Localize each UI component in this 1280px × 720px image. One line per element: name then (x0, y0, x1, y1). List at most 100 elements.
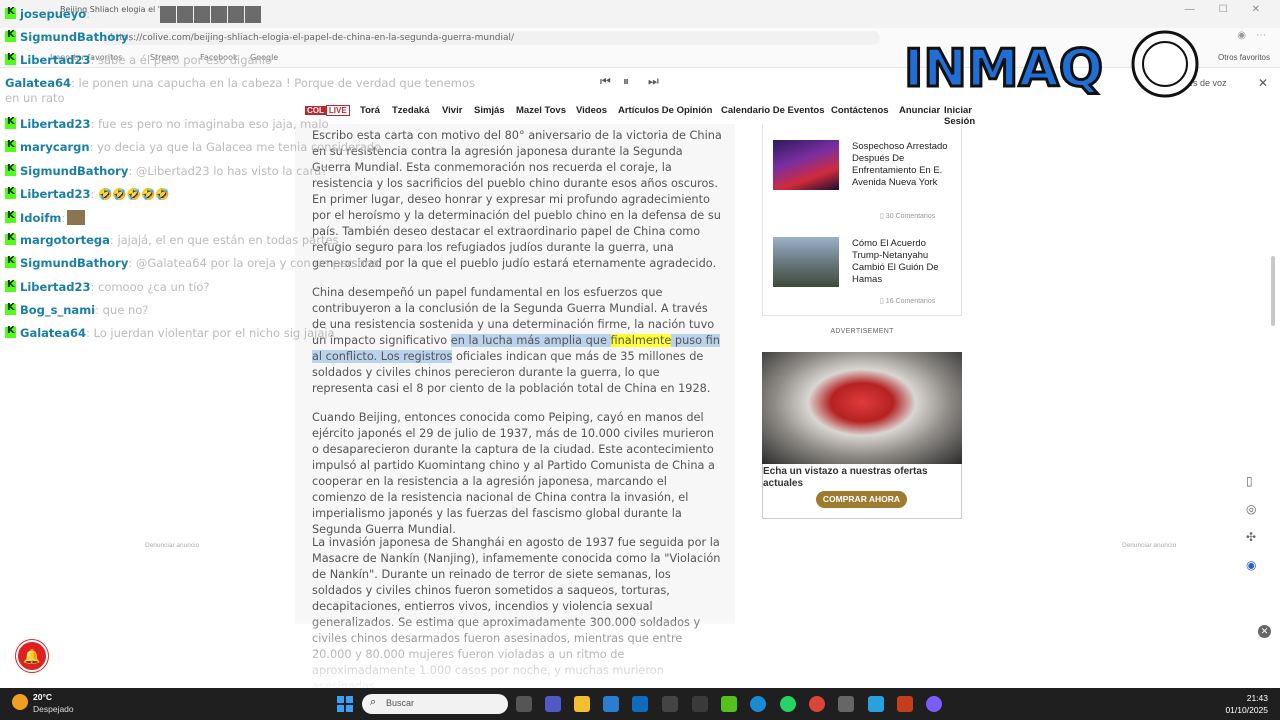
chat-message: SigmundBathory: @Galatea64 por la oreja … (5, 255, 379, 272)
search-icon: ⌕ (370, 696, 377, 708)
weather-icon[interactable] (12, 694, 28, 710)
weather-description[interactable]: Despejado (33, 704, 74, 714)
article-thumbnail[interactable] (773, 140, 839, 190)
related-article-title[interactable]: Cómo El Acuerdo Trump-Netanyahu Cambió E… (852, 238, 956, 286)
reading-icon[interactable]: ▯ (1246, 474, 1256, 488)
site-logo[interactable]: COL LIVE (305, 104, 350, 117)
comment-count[interactable]: ▯ 30 Comentarios (880, 212, 935, 220)
app-icon[interactable] (838, 696, 854, 712)
chat-message: Libertad23: 🤣🤣🤣🤣🤣 (5, 186, 170, 203)
nav-tzedaka[interactable]: Tzedaká (392, 105, 430, 116)
chat-username: SigmundBathory (20, 164, 129, 178)
clock-date[interactable]: 01/10/2025 (1218, 705, 1268, 715)
next-icon[interactable]: ⏭ (648, 74, 659, 89)
start-icon[interactable] (337, 696, 353, 712)
chat-message: Libertad23: comooo ¿ca un tío? (5, 279, 210, 296)
minimize-icon[interactable]: — (1185, 4, 1195, 15)
kick-icon (5, 186, 16, 199)
nav-simjas[interactable]: Simjás (474, 105, 505, 116)
window-controls[interactable]: — ☐ ✕ (1185, 4, 1260, 15)
kick-icon (5, 116, 16, 129)
taskbar-search[interactable] (362, 694, 508, 714)
chat-username: Galatea64 (5, 76, 71, 90)
article-thumbnail[interactable] (773, 237, 839, 287)
profile-icon[interactable]: ◉ (1237, 30, 1246, 41)
task-view-icon[interactable] (516, 696, 532, 712)
tab-thumbnails[interactable] (160, 6, 261, 23)
app-icon[interactable] (692, 696, 708, 712)
kick-icon (5, 232, 16, 245)
report-ad-link[interactable]: Denunciar anuncio (145, 542, 199, 549)
nav-eventos[interactable]: Calendario De Eventos (721, 105, 824, 116)
nav-mazel-tovs[interactable]: Mazel Tovs (516, 105, 566, 116)
related-article-title[interactable]: Sospechoso Arrestado Después De Enfrenta… (852, 141, 956, 189)
close-ad-icon[interactable]: ✕ (1258, 625, 1271, 638)
more-icon[interactable]: ⋯ (1256, 30, 1266, 41)
ad-text[interactable]: Echa un vistazo a nuestras ofertas actua… (763, 466, 959, 490)
teams-icon[interactable] (545, 696, 561, 712)
article-fade (295, 620, 735, 688)
chat-username: Galatea64 (20, 326, 86, 340)
chat-text: @Libertad23 lo has visto la cara? (135, 164, 328, 178)
copilot-icon[interactable]: ◉ (1246, 558, 1256, 572)
nav-vivir[interactable]: Vivir (442, 105, 462, 116)
comment-count-label: 30 Comentarios (885, 213, 936, 220)
kick-icon (5, 163, 16, 176)
chat-username: SigmundBathory (20, 256, 129, 270)
outlook-icon[interactable] (632, 696, 648, 712)
comment-count[interactable]: ▯ 16 Comentarios (880, 297, 935, 305)
chat-text: yo decia ya que la Galacea me tenia cons… (97, 140, 382, 154)
prev-icon[interactable]: ⏮ (600, 74, 611, 89)
kick-icon (5, 302, 16, 315)
clock-time[interactable]: 21:43 (1240, 693, 1268, 703)
nav-contacto[interactable]: Contáctenos (831, 105, 889, 116)
nav-videos[interactable]: Videos (576, 105, 607, 116)
file-explorer-icon[interactable] (574, 696, 590, 712)
search-placeholder[interactable]: Buscar (386, 698, 414, 708)
close-window-icon[interactable]: ✕ (1252, 4, 1260, 15)
logo-text: INMAQ (904, 39, 1103, 99)
edge-icon[interactable] (750, 696, 766, 712)
chat-username: SigmundBathory (20, 30, 129, 44)
other-favorites[interactable]: Otros favoritos (1218, 53, 1270, 62)
chat-message: marycargn: yo decia ya que la Galacea me… (5, 139, 382, 156)
kick-app-icon[interactable] (721, 696, 737, 712)
target-icon[interactable]: ◎ (1246, 502, 1256, 516)
url-field[interactable]: https://colive.com/beijing-shliach-elogi… (100, 31, 880, 45)
nav-opinion[interactable]: Artículos De Opinión (618, 105, 712, 116)
settings-icon[interactable] (662, 696, 678, 712)
article-paragraph-2: China desempeñó un papel fundamental en … (312, 285, 722, 397)
ad-image[interactable] (762, 352, 962, 464)
chat-message: SigmundBathory: (5, 29, 132, 46)
chat-message: Galatea64: le ponen una capucha en la ca… (5, 76, 475, 105)
nav-tora[interactable]: Torá (360, 105, 380, 116)
store-icon[interactable] (603, 696, 619, 712)
powerpoint-icon[interactable] (897, 696, 913, 712)
apps-icon[interactable]: ✣ (1246, 530, 1256, 544)
maximize-icon[interactable]: ☐ (1219, 4, 1228, 15)
emote-icon (67, 210, 86, 225)
kick-icon (5, 210, 16, 223)
weather-temperature[interactable]: 20°C (33, 692, 52, 702)
buy-now-button[interactable]: COMPRAR AHORA (816, 491, 907, 508)
kick-icon (5, 255, 16, 268)
notification-bell-icon[interactable]: 🔔 (16, 640, 48, 672)
chat-text: sabe a él pero por eso diganlo (98, 53, 273, 67)
app-icon[interactable] (926, 696, 942, 712)
pause-icon[interactable]: ⏸ (623, 74, 629, 89)
telegram-icon[interactable] (868, 696, 884, 712)
comment-count-label: 16 Comentarios (885, 298, 936, 305)
kick-icon (5, 139, 16, 152)
scrollbar[interactable] (1271, 256, 1275, 326)
report-ad-link[interactable]: Denunciar anuncio (1122, 542, 1176, 549)
chrome-icon[interactable] (809, 696, 825, 712)
chat-username: margotortega (20, 233, 110, 247)
chat-message: Libertad23: fue es pero no imaginaba eso… (5, 116, 329, 133)
close-reader-icon[interactable]: ✕ (1258, 76, 1268, 90)
whatsapp-icon[interactable] (780, 696, 796, 712)
kick-icon (5, 325, 16, 338)
kick-icon (5, 52, 16, 65)
chat-text: fue es pero no imaginaba eso jaja, malo (98, 117, 329, 131)
kick-icon (5, 29, 16, 42)
chat-text: comooo ¿ca un tío? (98, 280, 210, 294)
